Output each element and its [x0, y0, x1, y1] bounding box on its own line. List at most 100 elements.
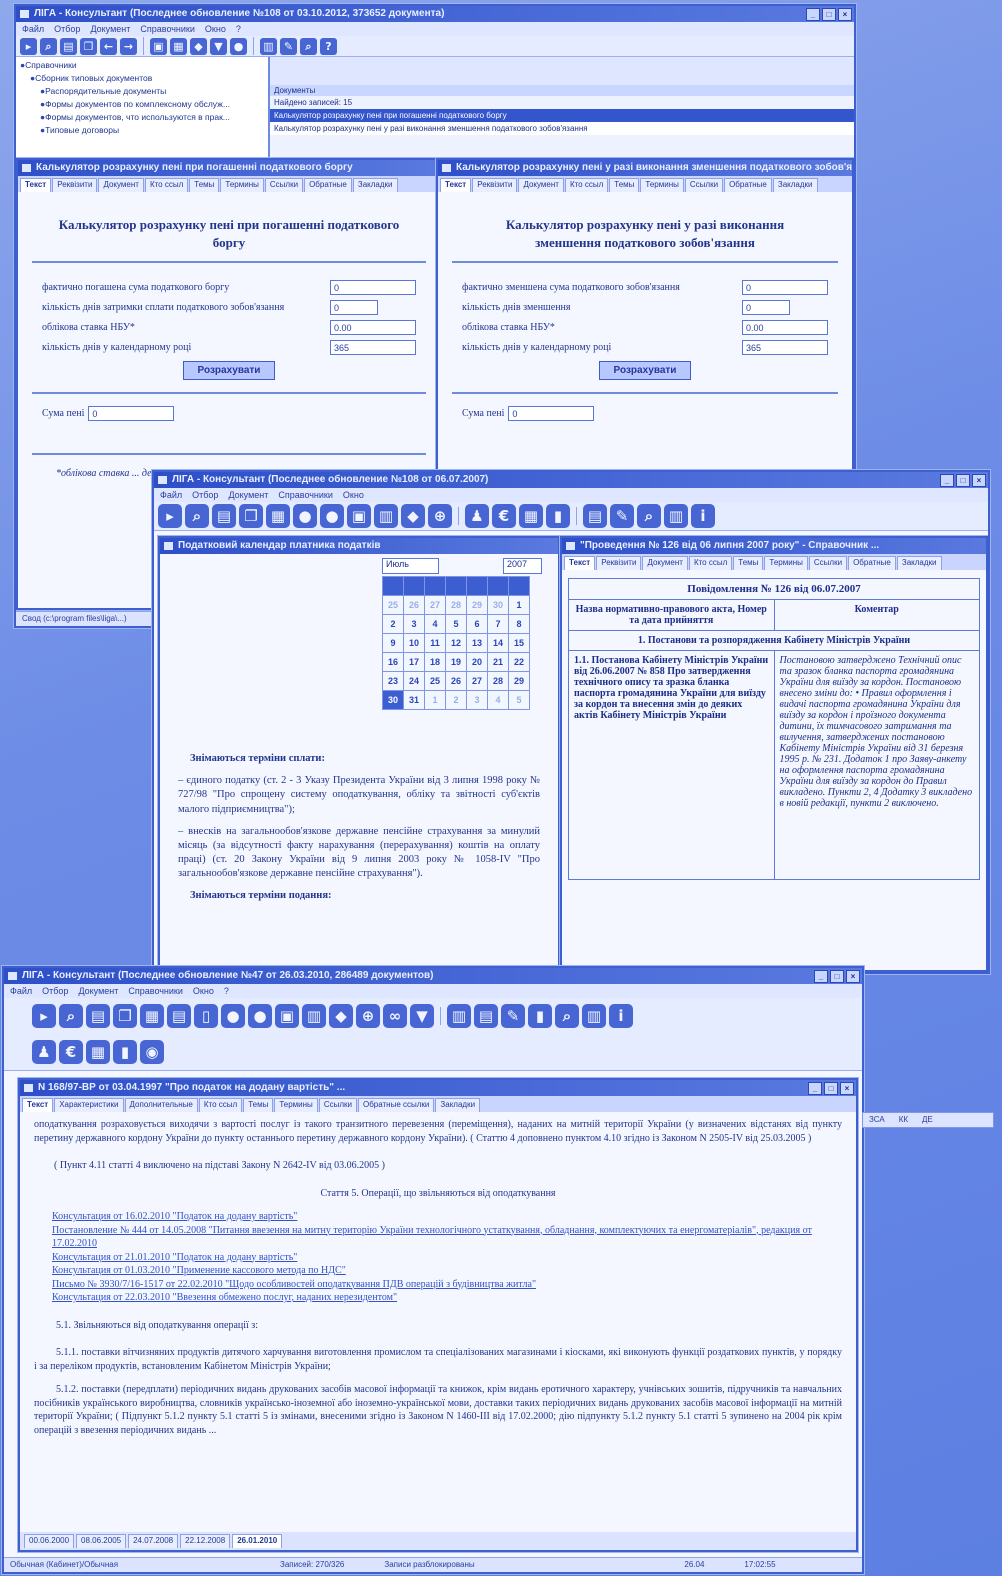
- stats-icon[interactable]: ▥: [664, 504, 688, 528]
- tab-text[interactable]: Текст: [564, 556, 596, 570]
- tree-node[interactable]: Типовые договоры: [20, 124, 264, 137]
- save-icon[interactable]: ▣: [347, 504, 371, 528]
- debt-amount-input[interactable]: 0: [330, 280, 416, 296]
- maximize-button[interactable]: □: [956, 474, 970, 487]
- calendar-day[interactable]: 27: [466, 671, 488, 691]
- table-icon[interactable]: ▦: [86, 1040, 110, 1064]
- menu-references[interactable]: Справочники: [128, 984, 183, 998]
- tab-text[interactable]: Текст: [22, 1098, 54, 1112]
- tab-additional[interactable]: Дополнительные: [124, 1098, 198, 1112]
- disk-icon[interactable]: ◉: [140, 1040, 164, 1064]
- list-item[interactable]: Калькулятор розрахунку пені у разі викон…: [270, 122, 854, 135]
- filter-icon[interactable]: ▼: [210, 37, 227, 55]
- calendar-day[interactable]: 24: [403, 671, 425, 691]
- calendar-day[interactable]: 4: [487, 690, 509, 710]
- tree-node[interactable]: Формы документов, что используются в пра…: [20, 111, 264, 124]
- calendar-day[interactable]: 12: [445, 633, 467, 653]
- tab-links[interactable]: Ссылки: [318, 1098, 357, 1112]
- attach-icon[interactable]: ⊕: [428, 504, 452, 528]
- calendar-day[interactable]: 1: [424, 690, 446, 710]
- currency-icon[interactable]: €: [59, 1040, 83, 1064]
- tree-node[interactable]: Распорядительные документы: [20, 85, 264, 98]
- open-icon[interactable]: ▸: [32, 1004, 56, 1028]
- version-tab[interactable]: 00.06.2000: [24, 1534, 75, 1548]
- info-icon[interactable]: i: [691, 504, 715, 528]
- calendar-day[interactable]: 6: [466, 614, 488, 634]
- calendar-day[interactable]: 25: [382, 595, 404, 615]
- calendar-day[interactable]: 17: [403, 652, 425, 672]
- calendar-day[interactable]: 5: [445, 614, 467, 634]
- close-button[interactable]: ×: [840, 1082, 854, 1095]
- globe-icon[interactable]: ●: [248, 1004, 272, 1028]
- table-icon[interactable]: ▦: [519, 504, 543, 528]
- title-bar[interactable]: Податковий календар платника податків: [160, 538, 558, 554]
- calendar-day[interactable]: 21: [487, 652, 509, 672]
- calendar-day[interactable]: 2: [382, 614, 404, 634]
- tab-links[interactable]: Ссылки: [808, 556, 848, 570]
- calendar-day[interactable]: 16: [382, 652, 404, 672]
- calendar-day[interactable]: 11: [424, 633, 446, 653]
- layout-icon[interactable]: ▥: [374, 504, 398, 528]
- save-icon[interactable]: ▣: [275, 1004, 299, 1028]
- menu-file[interactable]: Файл: [22, 22, 44, 36]
- calendar-day[interactable]: 14: [487, 633, 509, 653]
- tab-backlinks[interactable]: Обратные ссылки: [357, 1098, 435, 1112]
- related-link[interactable]: Письмо № 3930/7/16-1517 от 22.02.2010 "Щ…: [52, 1278, 824, 1292]
- layout-icon[interactable]: ▥: [302, 1004, 326, 1028]
- menu-filter[interactable]: Отбор: [192, 488, 218, 502]
- title-bar[interactable]: ЛІГА - Консультант (Последнее обновление…: [4, 968, 862, 984]
- version-tab[interactable]: 26.01.2010: [232, 1534, 283, 1548]
- related-link[interactable]: Консультация от 16.02.2010 "Податок на д…: [52, 1210, 824, 1224]
- calendar-day[interactable]: 26: [403, 595, 425, 615]
- calendar-icon[interactable]: ▥: [260, 37, 277, 55]
- tab-text[interactable]: Текст: [20, 178, 52, 192]
- tab-who-refs[interactable]: Кто ссыл: [198, 1098, 243, 1112]
- tab-bookmarks[interactable]: Закладки: [352, 178, 398, 192]
- currency-icon[interactable]: €: [492, 504, 516, 528]
- forward-icon[interactable]: →: [120, 37, 137, 55]
- chart-icon[interactable]: ▮: [113, 1040, 137, 1064]
- list-item[interactable]: Калькулятор розрахунку пені при погашенн…: [270, 109, 854, 122]
- stats-icon[interactable]: ▥: [582, 1004, 606, 1028]
- compare-icon[interactable]: ▥: [447, 1004, 471, 1028]
- zoom-icon[interactable]: ⌕: [300, 37, 317, 55]
- tab-characteristics[interactable]: Характеристики: [54, 1098, 124, 1112]
- menu-window[interactable]: Окно: [205, 22, 226, 36]
- result-field[interactable]: 0: [508, 406, 595, 422]
- menu-file[interactable]: Файл: [160, 488, 182, 502]
- tab-links[interactable]: Ссылки: [264, 178, 304, 192]
- result-field[interactable]: 0: [88, 406, 175, 422]
- menu-file[interactable]: Файл: [10, 984, 32, 998]
- related-link[interactable]: Постановление № 444 от 14.05.2008 "Питан…: [52, 1224, 824, 1251]
- calendar-day[interactable]: 8: [508, 614, 530, 634]
- tab-topics[interactable]: Темы: [609, 178, 640, 192]
- document-icon[interactable]: ▦: [170, 37, 187, 55]
- stamp-icon[interactable]: ▮: [528, 1004, 552, 1028]
- tree-node[interactable]: Формы документов по комплексному обслуж.…: [20, 98, 264, 111]
- page-icon[interactable]: ▯: [194, 1004, 218, 1028]
- tab-terms[interactable]: Термины: [274, 1098, 318, 1112]
- copy-icon[interactable]: ❐: [113, 1004, 137, 1028]
- tree-node[interactable]: Сборник типовых документов: [20, 72, 264, 85]
- zoom-icon[interactable]: ⌕: [637, 504, 661, 528]
- search-icon[interactable]: ⌕: [40, 37, 57, 55]
- menu-references[interactable]: Справочники: [278, 488, 333, 502]
- close-button[interactable]: ×: [838, 8, 852, 21]
- globe-icon[interactable]: ●: [320, 504, 344, 528]
- tab-bookmarks[interactable]: Закладки: [435, 1098, 481, 1112]
- attach-icon[interactable]: ⊕: [356, 1004, 380, 1028]
- menu-help[interactable]: ?: [224, 984, 229, 998]
- tab-backlinks[interactable]: Обратные: [724, 178, 772, 192]
- tools-icon[interactable]: ✎: [280, 37, 297, 55]
- nbu-rate-select[interactable]: 0.00: [330, 320, 416, 336]
- chart-icon[interactable]: ▮: [546, 504, 570, 528]
- link-icon[interactable]: ∞: [383, 1004, 407, 1028]
- calendar-day[interactable]: 23: [382, 671, 404, 691]
- related-link[interactable]: Консультация от 21.01.2010 "Податок на д…: [52, 1251, 824, 1265]
- tools-icon[interactable]: ✎: [610, 504, 634, 528]
- minimize-button[interactable]: _: [806, 8, 820, 21]
- close-button[interactable]: ×: [972, 474, 986, 487]
- menu-references[interactable]: Справочники: [140, 22, 195, 36]
- calendar-day[interactable]: 30: [487, 595, 509, 615]
- user-icon[interactable]: ♟: [465, 504, 489, 528]
